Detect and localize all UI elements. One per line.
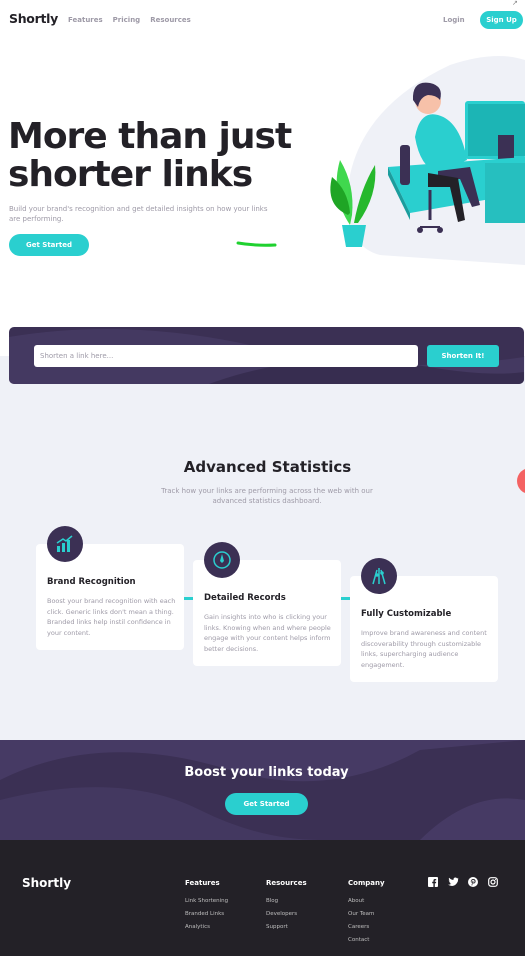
facebook-icon[interactable]: [428, 877, 438, 887]
shorten-form: Shorten a link here... Shorten It!: [9, 327, 524, 384]
working-illustration: [330, 56, 525, 265]
twitter-icon[interactable]: [448, 877, 459, 887]
statistics-subtitle: Track how your links are performing acro…: [161, 487, 373, 505]
nav-resources[interactable]: Resources: [150, 16, 191, 24]
hero-title: More than just shorter links: [8, 116, 292, 195]
footer-link[interactable]: Branded Links: [185, 911, 224, 917]
shorten-button[interactable]: Shorten It!: [427, 345, 499, 367]
footer-link[interactable]: Contact: [348, 937, 369, 943]
footer-link[interactable]: Support: [266, 924, 288, 930]
footer-link[interactable]: Analytics: [185, 924, 210, 930]
pinterest-icon[interactable]: [468, 877, 478, 887]
login-link[interactable]: Login: [443, 16, 465, 24]
footer-link[interactable]: Developers: [266, 911, 297, 917]
statistics-title: Advanced Statistics: [183, 458, 352, 476]
footer-link[interactable]: Link Shortening: [185, 898, 228, 904]
card-text: Improve brand awareness and content disc…: [361, 629, 487, 669]
card-title: Brand Recognition: [47, 577, 136, 587]
footer-link[interactable]: About: [348, 898, 364, 904]
main-nav: Features Pricing Resources: [68, 16, 191, 24]
brand-recognition-icon: [47, 526, 83, 562]
nav-pricing[interactable]: Pricing: [113, 16, 141, 24]
boost-section: [0, 740, 525, 840]
boost-get-started-button[interactable]: Get Started: [225, 793, 308, 815]
card-text: Boost your brand recognition with each c…: [47, 597, 176, 637]
footer-link[interactable]: Our Team: [348, 911, 374, 917]
card-connector: [183, 597, 193, 600]
link-icon: ↗: [512, 0, 518, 7]
boost-title: Boost your links today: [184, 765, 349, 780]
detailed-records-icon: [204, 542, 240, 578]
footer-link[interactable]: Blog: [266, 898, 278, 904]
footer-link[interactable]: Careers: [348, 924, 369, 930]
footer-heading-resources: Resources: [266, 879, 307, 887]
footer-logo[interactable]: Shortly: [22, 876, 71, 890]
instagram-icon[interactable]: [488, 877, 498, 887]
fully-customizable-icon: [361, 558, 397, 594]
highlight-mark: [236, 241, 277, 247]
footer-heading-company: Company: [348, 879, 385, 887]
get-started-button[interactable]: Get Started: [9, 234, 89, 256]
card-connector: [340, 597, 350, 600]
site-header: Shortly Features Pricing Resources Login…: [0, 0, 525, 40]
logo[interactable]: Shortly: [9, 11, 58, 26]
site-footer: [0, 840, 525, 956]
shorten-input[interactable]: Shorten a link here...: [34, 345, 418, 367]
hero-subtitle: Build your brand's recognition and get d…: [9, 205, 268, 223]
boost-background-pattern: [0, 740, 525, 840]
footer-heading-features: Features: [185, 879, 220, 887]
card-text: Gain insights into who is clicking your …: [204, 613, 331, 653]
card-title: Fully Customizable: [361, 609, 452, 619]
signup-button[interactable]: Sign Up: [480, 11, 523, 29]
card-title: Detailed Records: [204, 593, 286, 603]
nav-features[interactable]: Features: [68, 16, 103, 24]
